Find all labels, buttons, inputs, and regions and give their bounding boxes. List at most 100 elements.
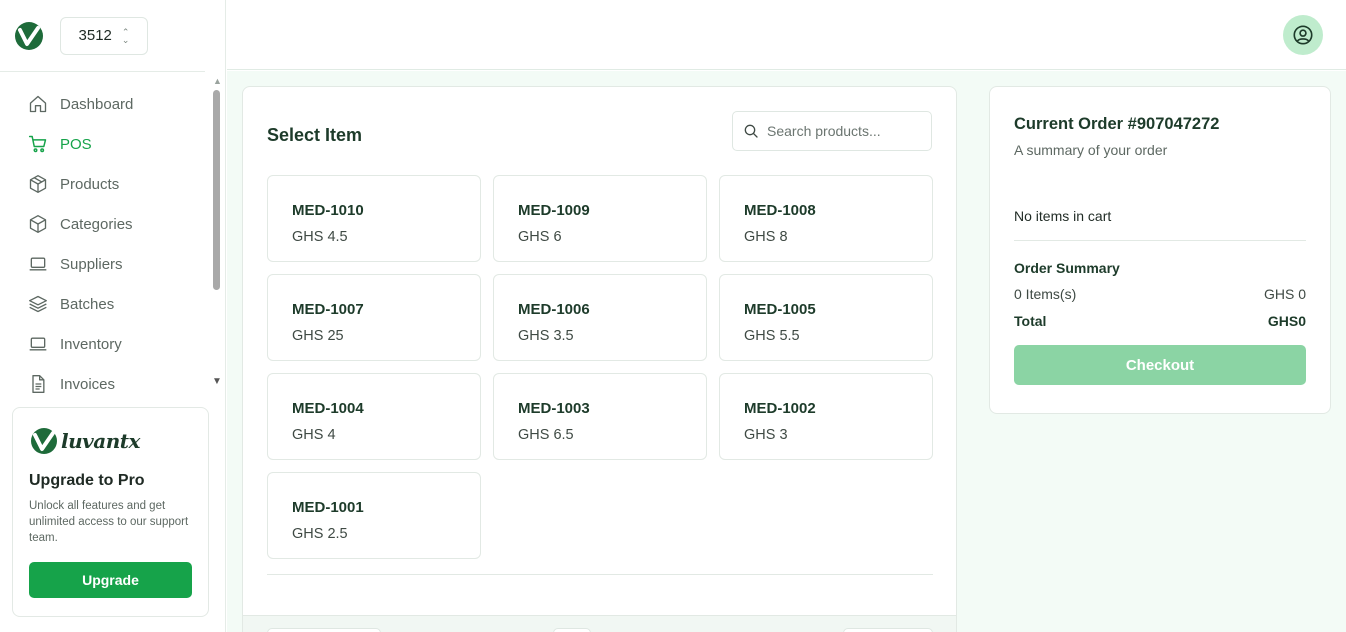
search-box[interactable] xyxy=(732,111,932,151)
sidebar-nav: Dashboard POS Products Categories Suppli… xyxy=(14,84,204,404)
items-count-label: 0 Items(s) xyxy=(1014,286,1077,302)
home-icon xyxy=(29,95,47,113)
current-order-panel: Current Order #907047272 A summary of yo… xyxy=(989,86,1331,414)
product-sku: MED-1006 xyxy=(518,301,590,318)
product-card[interactable]: MED-1001 GHS 2.5 xyxy=(267,472,481,559)
product-card[interactable]: MED-1004 GHS 4 xyxy=(267,373,481,460)
sidebar-item-batches[interactable]: Batches xyxy=(14,284,204,324)
sidebar-item-label: Invoices xyxy=(60,375,116,393)
sidebar-item-label: Suppliers xyxy=(60,255,123,273)
total-row: Total GHS0 xyxy=(1014,313,1306,329)
laptop-icon xyxy=(29,257,47,271)
product-sku: MED-1003 xyxy=(518,400,590,417)
sidebar-item-suppliers[interactable]: Suppliers xyxy=(14,244,204,284)
upgrade-promo-card: luvantx Upgrade to Pro Unlock all featur… xyxy=(12,407,209,617)
product-price: GHS 3.5 xyxy=(518,328,574,344)
divider xyxy=(267,574,933,575)
cart-empty-message: No items in cart xyxy=(1014,208,1112,224)
order-title: Current Order #907047272 xyxy=(1014,115,1220,133)
product-price: GHS 3 xyxy=(744,427,788,443)
search-icon xyxy=(744,124,758,138)
sidebar-item-label: POS xyxy=(60,135,92,153)
product-grid: MED-1010 GHS 4.5 MED-1009 GHS 6 MED-1008 GH… xyxy=(267,175,933,559)
promo-description: Unlock all features and get unlimited ac… xyxy=(29,500,189,544)
sidebar: 3512 ⌃ ⌄ Dashboard POS Products Categorie… xyxy=(0,0,226,632)
product-card[interactable]: MED-1010 GHS 4.5 xyxy=(267,175,481,262)
sidebar-item-label: Batches xyxy=(60,295,115,313)
pagination-control[interactable] xyxy=(267,628,381,632)
sidebar-item-invoices[interactable]: Invoices xyxy=(14,364,204,404)
items-count-row: 0 Items(s) GHS 0 xyxy=(1014,286,1306,302)
product-price: GHS 25 xyxy=(292,328,344,344)
product-price: GHS 6.5 xyxy=(518,427,574,443)
store-select[interactable]: 3512 ⌃ ⌄ xyxy=(60,16,148,55)
brand-logo-text: luvantx xyxy=(61,429,140,453)
layers-icon xyxy=(29,295,47,313)
product-card[interactable]: MED-1009 GHS 6 xyxy=(493,175,707,262)
sidebar-item-dashboard[interactable]: Dashboard xyxy=(14,84,204,124)
total-label: Total xyxy=(1014,313,1047,329)
box-icon xyxy=(29,215,47,233)
product-card[interactable]: MED-1002 GHS 3 xyxy=(719,373,933,460)
sidebar-item-label: Dashboard xyxy=(60,95,134,113)
box-icon xyxy=(29,175,47,193)
total-value: GHS0 xyxy=(1267,313,1306,329)
product-price: GHS 5.5 xyxy=(744,328,800,344)
sidebar-item-categories[interactable]: Categories xyxy=(14,204,204,244)
product-sku: MED-1007 xyxy=(292,301,364,318)
product-card[interactable]: MED-1006 GHS 3.5 xyxy=(493,274,707,361)
product-sku: MED-1005 xyxy=(744,301,816,318)
laptop-icon xyxy=(29,337,47,351)
scroll-up-arrow-icon[interactable]: ▲ xyxy=(213,76,222,86)
product-card[interactable]: MED-1003 GHS 6.5 xyxy=(493,373,707,460)
pagination-bar xyxy=(243,615,956,632)
product-price: GHS 8 xyxy=(744,229,788,245)
product-price: GHS 6 xyxy=(518,229,562,245)
sidebar-item-label: Inventory xyxy=(60,335,122,353)
scroll-down-arrow-icon[interactable]: ▼ xyxy=(212,376,222,387)
sidebar-item-label: Products xyxy=(60,175,120,193)
product-sku: MED-1010 xyxy=(292,202,364,219)
product-sku: MED-1009 xyxy=(518,202,590,219)
sidebar-item-label: Categories xyxy=(60,215,133,233)
brand-logo-icon xyxy=(31,428,57,454)
product-price: GHS 4.5 xyxy=(292,229,348,245)
scrollbar-thumb[interactable] xyxy=(213,90,220,290)
search-input[interactable] xyxy=(767,123,917,139)
document-icon xyxy=(32,375,45,393)
topbar xyxy=(227,0,1346,70)
product-sku: MED-1001 xyxy=(292,499,364,516)
promo-title: Upgrade to Pro xyxy=(29,472,145,489)
upgrade-button[interactable]: Upgrade xyxy=(29,562,192,598)
sidebar-item-pos[interactable]: POS xyxy=(14,124,204,164)
product-sku: MED-1008 xyxy=(744,202,816,219)
user-circle-icon xyxy=(1293,25,1313,45)
panel-title: Select Item xyxy=(267,125,363,145)
divider xyxy=(1014,240,1306,241)
sidebar-header: 3512 ⌃ ⌄ xyxy=(0,0,205,72)
sidebar-item-inventory[interactable]: Inventory xyxy=(14,324,204,364)
pagination-control[interactable] xyxy=(553,628,591,632)
product-card[interactable]: MED-1007 GHS 25 xyxy=(267,274,481,361)
order-subtitle: A summary of your order xyxy=(1014,142,1168,158)
sidebar-item-products[interactable]: Products xyxy=(14,164,204,204)
brand-logo: luvantx xyxy=(29,424,192,458)
product-card[interactable]: MED-1008 GHS 8 xyxy=(719,175,933,262)
app-logo-icon[interactable] xyxy=(14,21,44,51)
chevron-updown-icon: ⌃ ⌄ xyxy=(121,26,130,45)
items-subtotal: GHS 0 xyxy=(1263,286,1306,302)
product-sku: MED-1004 xyxy=(292,400,364,417)
product-price: GHS 2.5 xyxy=(292,526,348,542)
select-item-panel: Select Item MED-1010 GHS 4.5 MED-1009 GHS … xyxy=(242,86,957,632)
checkout-button[interactable]: Checkout xyxy=(1014,345,1306,385)
sidebar-scrollbar[interactable]: ▲ ▼ xyxy=(210,76,224,390)
main-content: Select Item MED-1010 GHS 4.5 MED-1009 GHS … xyxy=(227,71,1346,632)
cart-icon xyxy=(28,135,47,153)
product-card[interactable]: MED-1005 GHS 5.5 xyxy=(719,274,933,361)
product-sku: MED-1002 xyxy=(744,400,816,417)
pagination-control[interactable] xyxy=(843,628,933,632)
order-summary-title: Order Summary xyxy=(1014,260,1120,276)
store-select-value: 3512 xyxy=(78,27,112,44)
product-price: GHS 4 xyxy=(292,427,336,443)
user-avatar-button[interactable] xyxy=(1283,15,1323,55)
